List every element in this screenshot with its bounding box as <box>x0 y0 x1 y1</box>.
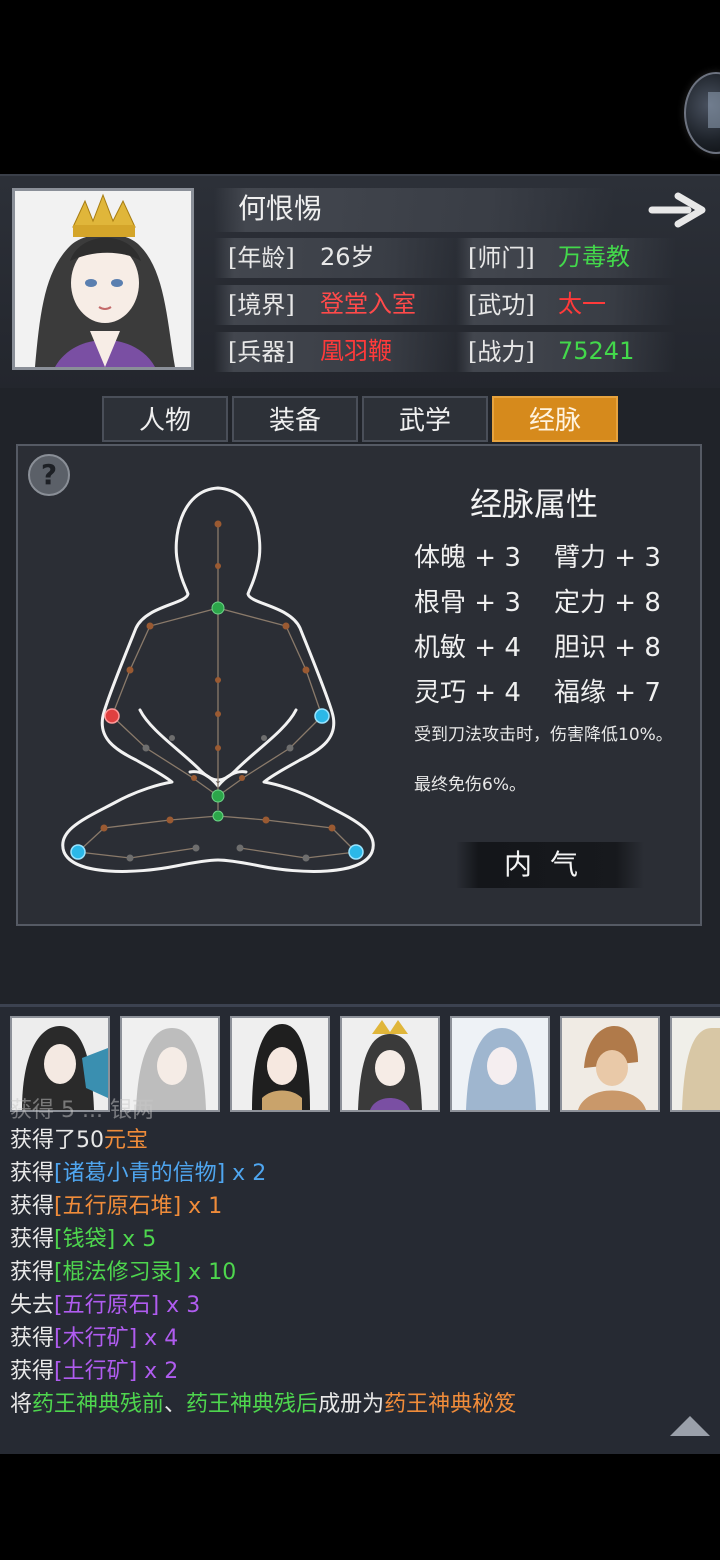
log-segment: [棍法修习录] <box>54 1260 182 1285</box>
log-segment: 药王神典秘笈 <box>384 1392 517 1417</box>
team-avatar[interactable] <box>670 1016 720 1112</box>
meridian-effect-note: 受到刀法攻击时，伤害降低10%。 <box>414 725 673 745</box>
log-segment: 获得 <box>10 1326 55 1351</box>
log-line-clipped: 获得 5 ... 银两 <box>10 1098 154 1123</box>
log-segment: 获得了50 <box>10 1128 104 1153</box>
triangle-up-icon[interactable] <box>668 1414 712 1438</box>
sect-value: 万毒教 <box>558 243 630 271</box>
log-segment: x 10 <box>181 1260 237 1285</box>
log-line: 将药王神典残前、药王神典残后成册为药王神典秘笈 <box>10 1388 710 1421</box>
arrow-right-icon[interactable] <box>648 190 710 230</box>
meridian-body-figure <box>50 480 390 890</box>
sect-label: [师门] <box>468 244 535 272</box>
bottom-bar <box>0 1454 720 1560</box>
age-value: 26岁 <box>320 243 375 271</box>
log-line: 失去[五行原石] x 3 <box>10 1289 710 1322</box>
combat-power-value: 75241 <box>558 337 635 365</box>
log-segment: 获得 <box>10 1227 55 1252</box>
log-line: 获得[棍法修习录] x 10 <box>10 1256 710 1289</box>
character-name: 何恨惕 <box>238 192 323 225</box>
log-segment: 失去 <box>10 1293 55 1318</box>
attr-courage: 胆识 + 8 <box>554 633 661 663</box>
log-segment: [木行矿] <box>54 1326 138 1351</box>
age-label: [年龄] <box>228 244 295 272</box>
team-avatar[interactable] <box>230 1016 330 1112</box>
martial-art-value: 太一 <box>558 290 606 318</box>
team-avatar[interactable] <box>450 1016 550 1112</box>
weapon-value: 凰羽鞭 <box>320 337 392 365</box>
log-line: 获得[土行矿] x 2 <box>10 1355 710 1388</box>
log-segment: [土行矿] <box>54 1359 138 1384</box>
log-segment: 、 <box>164 1392 187 1417</box>
meridian-attributes-title: 经脉属性 <box>470 485 599 523</box>
log-segment: [钱袋] <box>54 1227 116 1252</box>
log-segment: x 1 <box>181 1194 223 1219</box>
log-line: 获得[钱袋] x 5 <box>10 1223 710 1256</box>
log-segment: 成册为 <box>318 1392 385 1417</box>
log-segment: 获得 <box>10 1359 55 1384</box>
log-segment: [五行原石] <box>54 1293 160 1318</box>
attr-strength: 臂力 + 3 <box>554 543 661 573</box>
tab-equipment[interactable]: 装备 <box>232 396 358 442</box>
tab-martial-arts[interactable]: 武学 <box>362 396 488 442</box>
corner-menu-badge[interactable] <box>684 72 720 154</box>
attr-constitution: 根骨 + 3 <box>414 588 521 618</box>
message-log: 获得了50元宝 获得[诸葛小青的信物] x 2 获得[五行原石堆] x 1 获得[钱袋… <box>10 1124 710 1421</box>
attr-agility: 机敏 + 4 <box>414 633 521 663</box>
martial-art-label: [武功] <box>468 291 535 319</box>
log-segment: x 2 <box>137 1359 179 1384</box>
weapon-label: [兵器] <box>228 338 295 366</box>
combat-power-label: [战力] <box>468 338 535 366</box>
attr-fortune: 福缘 + 7 <box>554 678 661 708</box>
realm-value: 登堂入室 <box>320 290 416 318</box>
log-line: 获得[五行原石堆] x 1 <box>10 1190 710 1223</box>
meridian-damage-note: 最终免伤6%。 <box>414 775 526 795</box>
tab-character[interactable]: 人物 <box>102 396 228 442</box>
log-segment: 获得 <box>10 1260 55 1285</box>
log-line: 获得了50元宝 <box>10 1124 710 1157</box>
realm-label: [境界] <box>228 291 295 319</box>
character-portrait <box>12 188 194 370</box>
log-segment: 获得 <box>10 1161 55 1186</box>
log-line: 获得[诸葛小青的信物] x 2 <box>10 1157 710 1190</box>
log-segment: x 3 <box>159 1293 201 1318</box>
log-segment: 元宝 <box>104 1128 149 1153</box>
log-segment: 获得 <box>10 1194 55 1219</box>
log-segment: 药王神典残前 <box>32 1392 165 1417</box>
tab-meridian[interactable]: 经脉 <box>492 396 618 442</box>
attr-dexterity: 灵巧 + 4 <box>414 678 521 708</box>
log-segment: x 4 <box>137 1326 179 1351</box>
attr-physique: 体魄 + 3 <box>414 543 521 573</box>
log-segment: 药王神典残后 <box>186 1392 319 1417</box>
log-segment: x 2 <box>225 1161 267 1186</box>
inner-qi-button[interactable]: 内气 <box>456 842 644 888</box>
attr-composure: 定力 + 8 <box>554 588 661 618</box>
log-segment: [诸葛小青的信物] <box>54 1161 226 1186</box>
team-avatar[interactable] <box>560 1016 660 1112</box>
log-segment: x 5 <box>115 1227 157 1252</box>
log-segment: 将 <box>10 1392 33 1417</box>
team-avatar[interactable] <box>340 1016 440 1112</box>
log-line: 获得[木行矿] x 4 <box>10 1322 710 1355</box>
log-segment: [五行原石堆] <box>54 1194 182 1219</box>
